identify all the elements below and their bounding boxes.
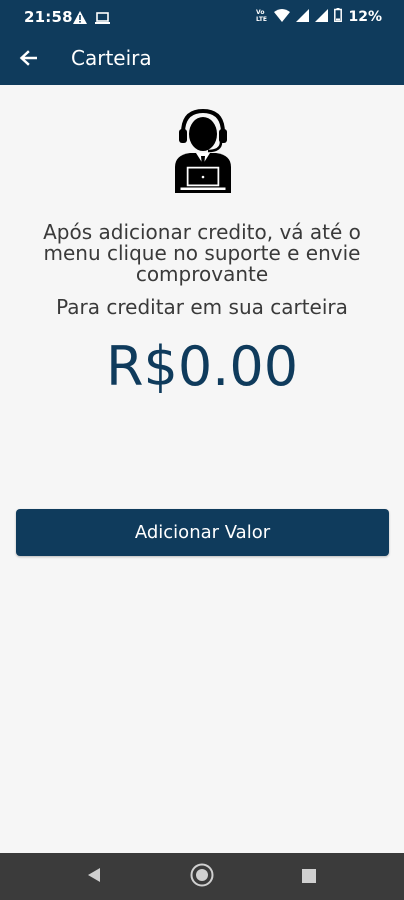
status-bar: 21:58 Vo LTE 12% bbox=[0, 0, 404, 34]
battery-icon bbox=[334, 8, 343, 26]
volte-icon: Vo LTE bbox=[256, 8, 268, 26]
signal-icon bbox=[315, 8, 329, 26]
add-value-button[interactable]: Adicionar Valor bbox=[16, 509, 389, 556]
nav-back-button[interactable] bbox=[82, 865, 106, 889]
page-title: Carteira bbox=[71, 46, 152, 70]
nav-home-button[interactable] bbox=[190, 863, 214, 891]
support-agent-icon bbox=[170, 107, 236, 193]
arrow-left-icon bbox=[19, 50, 38, 70]
battery-percent: 12% bbox=[348, 9, 382, 25]
svg-text:LTE: LTE bbox=[256, 16, 267, 22]
wifi-icon bbox=[274, 8, 291, 26]
wallet-balance: R$0.00 bbox=[105, 335, 299, 398]
status-time: 21:58 bbox=[24, 8, 73, 26]
system-nav-bar bbox=[0, 853, 404, 900]
warning-icon bbox=[73, 9, 87, 28]
signal-icon bbox=[296, 8, 310, 26]
instruction-text: Após adicionar credito, vá até o menu cl… bbox=[43, 220, 361, 286]
back-triangle-icon bbox=[87, 867, 101, 887]
back-button[interactable] bbox=[14, 46, 42, 74]
instruction-subtext: Para creditar em sua carteira bbox=[56, 295, 348, 319]
app-bar: Carteira bbox=[0, 34, 404, 85]
home-circle-icon bbox=[190, 863, 214, 891]
recents-square-icon bbox=[302, 868, 316, 887]
nav-recents-button[interactable] bbox=[297, 865, 321, 889]
svg-text:Vo: Vo bbox=[256, 9, 264, 16]
status-left-icons bbox=[73, 9, 110, 28]
laptop-icon bbox=[95, 9, 110, 28]
status-right: Vo LTE 12% bbox=[256, 8, 382, 26]
wallet-content: Após adicionar credito, vá até o menu cl… bbox=[0, 85, 404, 853]
